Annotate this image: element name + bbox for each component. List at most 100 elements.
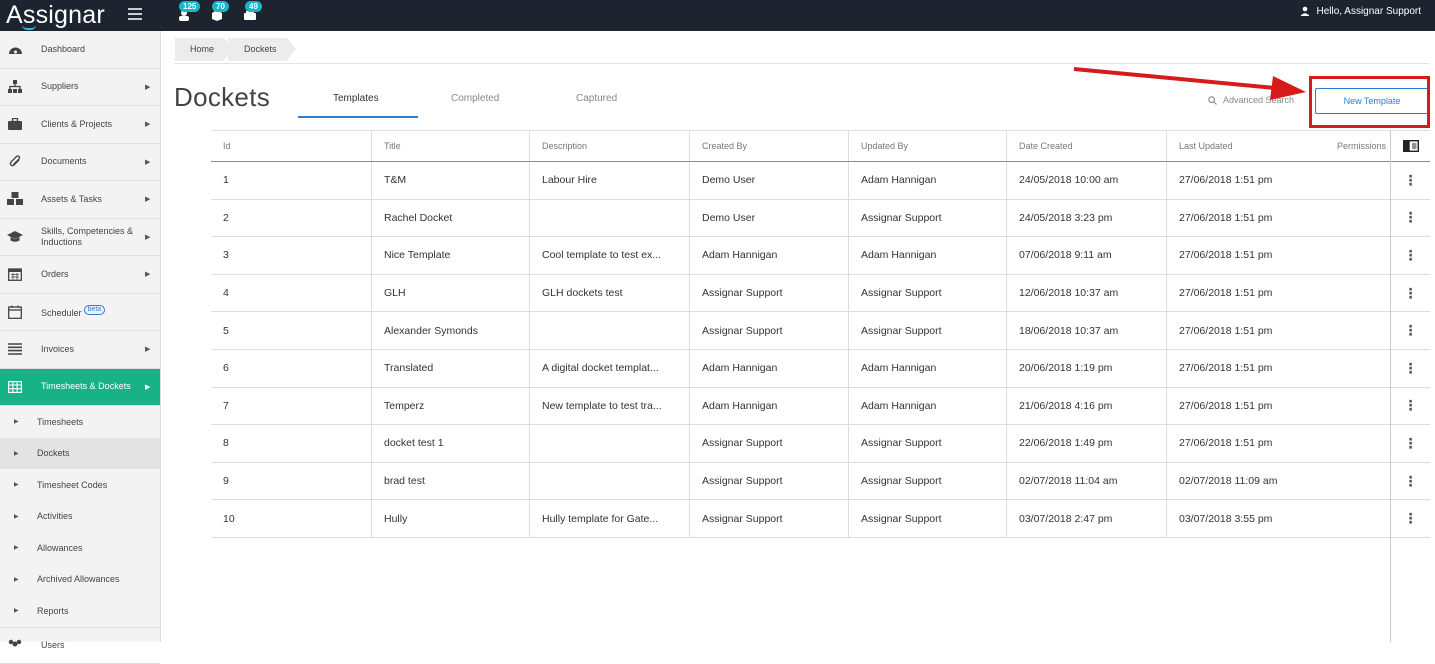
cell-title: Translated [371,350,529,387]
breadcrumb-home[interactable]: Home [175,38,224,61]
table-row[interactable]: 2Rachel DocketDemo UserAssignar Support2… [211,200,1430,238]
cell-id: 9 [211,463,371,500]
tab-templates[interactable]: Templates [333,93,379,104]
sidebar-subitem-dockets[interactable]: ▶ Dockets [0,438,160,470]
sidebar-item-label: Documents [41,156,87,167]
sidebar-subitem-archived-allowances[interactable]: ▶ Archived Allowances [0,564,160,596]
column-header-updated-by[interactable]: Updated By [848,131,1006,161]
sidebar-item-timesheets-dockets[interactable]: Timesheets & Dockets ▶ [0,369,160,407]
column-header-description[interactable]: Description [529,131,689,161]
cell-updated-by: Adam Hannigan [848,388,1006,425]
table-row[interactable]: 7TemperzNew template to test tra...Adam … [211,388,1430,426]
sidebar-subitem-timesheet-codes[interactable]: ▶ Timesheet Codes [0,469,160,501]
row-actions-kebab-icon[interactable]: ⋮ [1390,275,1430,312]
column-header-id[interactable]: Id [211,131,371,161]
sidebar-subitem-label: Archived Allowances [37,574,120,584]
row-actions-kebab-icon[interactable]: ⋮ [1390,312,1430,349]
cell-permissions [1325,237,1390,274]
cell-created-by: Adam Hannigan [689,388,848,425]
column-header-last-updated[interactable]: Last Updated [1166,131,1325,161]
sidebar-subitem-reports[interactable]: ▶ Reports [0,595,160,627]
table-row[interactable]: 10HullyHully template for Gate...Assigna… [211,500,1430,538]
row-actions-kebab-icon[interactable]: ⋮ [1390,463,1430,500]
row-actions-kebab-icon[interactable]: ⋮ [1390,425,1430,462]
cell-description: A digital docket templat... [529,350,689,387]
cell-description: New template to test tra... [529,388,689,425]
cell-id: 10 [211,500,371,537]
cell-date-created: 07/06/2018 9:11 am [1006,237,1166,274]
hamburger-menu-icon[interactable] [128,8,142,20]
chevron-right-icon: ▶ [145,158,150,166]
chevron-right-icon: ▶ [145,195,150,203]
cell-date-created: 22/06/2018 1:49 pm [1006,425,1166,462]
cell-title: Temperz [371,388,529,425]
notification-user-icon[interactable]: 125 [176,6,192,22]
sidebar-item-invoices[interactable]: Invoices ▶ [0,331,160,369]
row-actions-kebab-icon[interactable]: ⋮ [1390,388,1430,425]
sidebar-subitem-activities[interactable]: ▶ Activities [0,501,160,533]
logo-smile [22,25,36,30]
sidebar-item-label: Schedulerbeta [41,305,105,319]
cell-title: Hully [371,500,529,537]
sidebar-item-dashboard[interactable]: Dashboard [0,31,160,69]
sidebar-item-users[interactable]: Users [0,627,160,664]
notification-box-icon[interactable]: 70 [209,6,225,22]
beta-badge: beta [84,305,106,315]
cell-date-created: 12/06/2018 10:37 am [1006,275,1166,312]
chevron-right-icon: ▶ [145,383,150,391]
notification-badge: 49 [245,1,262,12]
row-actions-kebab-icon[interactable]: ⋮ [1390,237,1430,274]
column-chooser-icon[interactable] [1390,131,1430,161]
app-logo[interactable]: Assignar [6,1,105,29]
cell-last-updated: 27/06/2018 1:51 pm [1166,162,1325,199]
tab-captured[interactable]: Captured [576,93,617,104]
sidebar-subitem-allowances[interactable]: ▶ Allowances [0,532,160,564]
table-row[interactable]: 4GLHGLH dockets testAssignar SupportAssi… [211,275,1430,313]
sidebar-subitem-label: Allowances [37,543,83,553]
table-row[interactable]: 6TranslatedA digital docket templat...Ad… [211,350,1430,388]
column-header-created-by[interactable]: Created By [689,131,848,161]
table-row[interactable]: 8docket test 1Assignar SupportAssignar S… [211,425,1430,463]
cell-description [529,463,689,500]
tab-completed[interactable]: Completed [451,93,499,104]
sidebar-item-assets-tasks[interactable]: Assets & Tasks ▶ [0,181,160,219]
sidebar-item-label: Clients & Projects [41,119,112,130]
top-bar: Assignar 125 70 49 Hello, Assignar Suppo… [0,0,1435,31]
row-actions-kebab-icon[interactable]: ⋮ [1390,200,1430,237]
notification-inbox-icon[interactable]: 49 [242,6,258,22]
sidebar-subitem-label: Timesheet Codes [37,480,107,490]
list-icon [7,341,23,357]
sidebar-item-orders[interactable]: Orders ▶ [0,256,160,294]
cell-last-updated: 27/06/2018 1:51 pm [1166,275,1325,312]
table-row[interactable]: 5Alexander SymondsAssignar SupportAssign… [211,312,1430,350]
sidebar-item-clients-projects[interactable]: Clients & Projects ▶ [0,106,160,144]
table-row[interactable]: 1T&MLabour HireDemo UserAdam Hannigan24/… [211,162,1430,200]
row-actions-kebab-icon[interactable]: ⋮ [1390,500,1430,537]
cell-last-updated: 27/06/2018 1:51 pm [1166,425,1325,462]
cell-updated-by: Adam Hannigan [848,350,1006,387]
graduation-cap-icon [7,229,23,245]
table-right-divider [1390,130,1391,642]
table-row[interactable]: 3Nice TemplateCool template to test ex..… [211,237,1430,275]
sidebar-item-skills[interactable]: Skills, Competencies & Inductions ▶ [0,219,160,257]
cell-last-updated: 27/06/2018 1:51 pm [1166,388,1325,425]
breadcrumb-dockets[interactable]: Dockets [228,38,287,61]
sidebar-subitem-timesheets[interactable]: ▶ Timesheets [0,406,160,438]
sitemap-icon [7,79,23,95]
column-header-date-created[interactable]: Date Created [1006,131,1166,161]
user-menu[interactable]: Hello, Assignar Support [1300,0,1421,22]
cell-last-updated: 27/06/2018 1:51 pm [1166,312,1325,349]
sidebar-item-label: Assets & Tasks [41,194,102,205]
paperclip-icon [7,154,23,170]
bullet-icon: ▶ [14,544,19,551]
row-actions-kebab-icon[interactable]: ⋮ [1390,162,1430,199]
sidebar: Dashboard Suppliers ▶ Clients & Projects… [0,31,161,642]
column-header-permissions[interactable]: Permissions [1325,131,1390,161]
column-header-title[interactable]: Title [371,131,529,161]
sidebar-item-suppliers[interactable]: Suppliers ▶ [0,69,160,107]
table-row[interactable]: 9brad testAssignar SupportAssignar Suppo… [211,463,1430,501]
sidebar-item-scheduler[interactable]: Schedulerbeta [0,294,160,332]
cell-last-updated: 03/07/2018 3:55 pm [1166,500,1325,537]
sidebar-item-documents[interactable]: Documents ▶ [0,144,160,182]
row-actions-kebab-icon[interactable]: ⋮ [1390,350,1430,387]
